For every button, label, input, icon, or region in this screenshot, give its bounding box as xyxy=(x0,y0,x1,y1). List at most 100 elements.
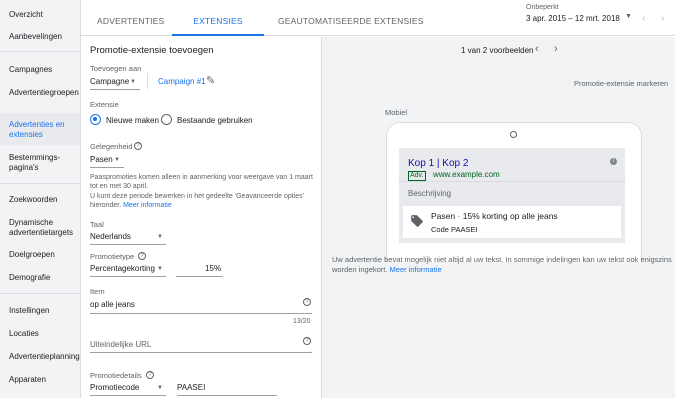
preview-disclaimer-line: Uw advertentie bevat mogelijk niet altij… xyxy=(332,255,672,264)
preview-disclaimer-line: worden ingekort. Meer informatie xyxy=(332,265,675,275)
sidebar-item-locaties[interactable]: Locaties xyxy=(0,329,80,339)
help-icon[interactable]: ? xyxy=(134,142,142,150)
promo-separator: · xyxy=(457,211,461,221)
phone-camera-icon xyxy=(510,131,517,138)
sidebar-item-doelgroepen[interactable]: Doelgroepen xyxy=(0,250,80,260)
chevron-left-icon[interactable]: ‹ xyxy=(535,43,539,55)
sidebar-item-advertentiegroepen[interactable]: Advertentiegroepen xyxy=(0,88,80,98)
next-period-arrow-icon[interactable]: › xyxy=(661,13,664,24)
field-underline xyxy=(90,395,166,396)
sidebar-item-advertentieplanning[interactable]: Advertentieplanning xyxy=(0,352,80,362)
promotion-extension-form: Promotie-extensie toevoegen Toevoegen aa… xyxy=(81,37,322,398)
radio-new-extension[interactable] xyxy=(90,114,101,125)
promo-type-select[interactable]: Percentagekorting xyxy=(90,264,155,273)
promo-text: 15% korting op alle jeans xyxy=(462,211,558,221)
field-underline xyxy=(90,167,124,168)
sidebar-item-campagnes[interactable]: Campagnes xyxy=(0,65,80,75)
promo-occasion: Pasen xyxy=(431,211,456,221)
sidebar-nav: Overzicht Aanbevelingen Campagnes Advert… xyxy=(0,0,81,398)
occasion-note-line: U kunt deze periode bewerken in het gede… xyxy=(90,192,304,200)
mobile-phone-frame: Kop 1 | Kop 2 i Adv. www.example.com Bes… xyxy=(386,122,642,262)
ad-display-url: www.example.com xyxy=(433,170,500,179)
more-info-link[interactable]: Meer informatie xyxy=(123,202,172,209)
item-input[interactable]: op alle jeans xyxy=(90,300,135,309)
promo-type-label: Promotietype xyxy=(90,252,135,261)
sidebar-item-advertenties-en-extensies[interactable]: Advertenties en extensies xyxy=(0,113,80,145)
more-info-link[interactable]: Meer informatie xyxy=(390,265,442,274)
device-label: Mobiel xyxy=(385,108,408,117)
date-range-selector[interactable]: 3 apr. 2015 – 12 mrt. 2018 xyxy=(526,14,620,23)
language-select[interactable]: Nederlands xyxy=(90,232,131,241)
preview-pager-text: 1 van 2 voorbeelden xyxy=(461,46,534,55)
preview-disclaimer-text: worden ingekort. xyxy=(332,265,388,274)
tab-advertenties[interactable]: Advertenties xyxy=(97,0,164,36)
sidebar-item-aanbevelingen[interactable]: Aanbevelingen xyxy=(0,32,80,42)
percent-unit: % xyxy=(214,264,222,273)
sidebar-item-instellingen[interactable]: Instellingen xyxy=(0,306,80,316)
ad-preview-card: Kop 1 | Kop 2 i Adv. www.example.com Bes… xyxy=(399,148,625,243)
tab-geautomatiseerde-extensies[interactable]: Geautomatiseerde extensies xyxy=(278,0,424,36)
final-url-input[interactable]: Uiteindelijke URL xyxy=(90,340,151,349)
occasion-select[interactable]: Pasen xyxy=(90,155,113,164)
ad-headline: Kop 1 | Kop 2 xyxy=(408,158,469,169)
occasion-note-text: hieronder. xyxy=(90,201,122,209)
promo-code-input[interactable]: PAASEI xyxy=(177,383,205,392)
add-to-label: Toevoegen aan xyxy=(90,64,142,73)
sidebar-item-demografie[interactable]: Demografie xyxy=(0,273,80,283)
extension-label: Extensie xyxy=(90,100,119,109)
field-underline xyxy=(90,244,166,245)
radio-new-label: Nieuwe maken xyxy=(106,116,159,125)
field-underline xyxy=(90,313,312,314)
price-tag-icon xyxy=(411,215,423,227)
item-character-counter: 13/20 xyxy=(293,318,311,325)
sidebar-divider xyxy=(0,51,80,52)
field-underline xyxy=(90,352,312,353)
item-label: Item xyxy=(90,287,105,296)
info-icon[interactable]: i xyxy=(610,158,617,165)
chevron-right-icon[interactable]: › xyxy=(554,43,558,55)
mark-promo-extension-toggle[interactable]: Promotie-extensie markeren xyxy=(574,79,668,88)
campaign-link[interactable]: Campaign #1 xyxy=(158,77,206,86)
occasion-label: Gelegenheid xyxy=(90,142,133,151)
percent-input[interactable]: 15 xyxy=(205,264,214,273)
sidebar-divider xyxy=(0,183,80,184)
occasion-note-line: hieronder. Meer informatie xyxy=(90,201,318,210)
edit-pencil-icon[interactable]: ✎ xyxy=(206,74,215,87)
chevron-down-icon: ▼ xyxy=(130,79,136,85)
promo-code-text: Code PAASEI xyxy=(431,225,478,234)
chevron-down-icon: ▼ xyxy=(157,385,163,391)
sidebar-item-overzicht[interactable]: Overzicht xyxy=(0,10,80,20)
help-icon[interactable]: ? xyxy=(138,252,146,260)
sidebar-item-dynamische-advertentietargets[interactable]: Dynamische advertentietargets xyxy=(0,218,80,238)
sidebar-item-apparaten[interactable]: Apparaten xyxy=(0,375,80,385)
field-underline xyxy=(177,395,277,396)
sidebar-item-bestemmingspaginas[interactable]: Bestemmings-pagina's xyxy=(0,153,80,173)
promo-details-type-select[interactable]: Promotiecode xyxy=(90,383,139,392)
promo-details-label: Promotiedetails xyxy=(90,371,142,380)
help-icon[interactable]: ? xyxy=(303,298,311,306)
promotion-extension-preview: Pasen · 15% korting op alle jeans Code P… xyxy=(403,206,621,238)
add-to-level-select[interactable]: Campagne xyxy=(90,77,129,86)
occasion-note-line: Paaspromoties komen alleen in aanmerking… xyxy=(90,174,313,181)
chevron-down-icon: ▼ xyxy=(114,157,120,163)
chevron-down-icon: ▼ xyxy=(157,266,163,272)
occasion-note-line: tot en met 30 april. xyxy=(90,183,148,191)
sidebar-item-zoekwoorden[interactable]: Zoekwoorden xyxy=(0,195,80,205)
ad-badge: Adv. xyxy=(408,171,426,181)
date-range-label: Onbeperkt xyxy=(526,4,559,11)
ad-divider xyxy=(399,181,625,182)
field-underline xyxy=(176,276,223,277)
preview-disclaimer: Uw advertentie bevat mogelijk niet altij… xyxy=(332,255,675,275)
chevron-down-icon[interactable]: ▼ xyxy=(625,13,632,20)
help-icon[interactable]: ? xyxy=(146,371,154,379)
form-title: Promotie-extensie toevoegen xyxy=(90,45,214,56)
radio-existing-extension[interactable] xyxy=(161,114,172,125)
previous-period-arrow-icon[interactable]: ‹ xyxy=(642,13,645,24)
top-tab-bar: Advertenties Extensies Geautomatiseerde … xyxy=(81,0,675,36)
sidebar-divider xyxy=(0,293,80,294)
tab-extensies[interactable]: Extensies xyxy=(172,0,264,36)
language-label: Taal xyxy=(90,220,104,229)
occasion-note: Paaspromoties komen alleen in aanmerking… xyxy=(90,173,318,210)
help-icon[interactable]: ? xyxy=(303,337,311,345)
ad-preview-panel: 1 van 2 voorbeelden ‹ › Promotie-extensi… xyxy=(322,37,675,398)
